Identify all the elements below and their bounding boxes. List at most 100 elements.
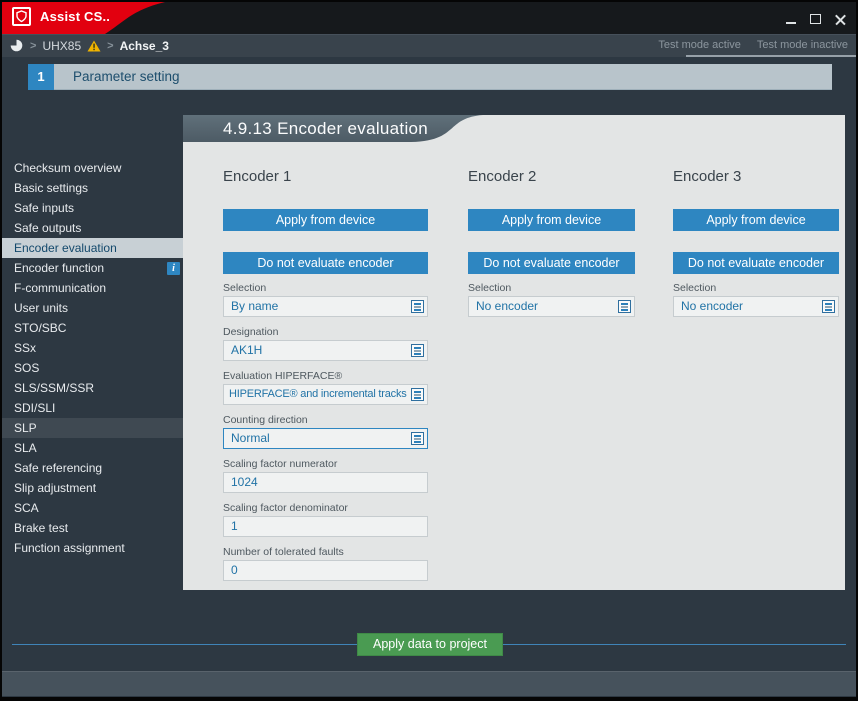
sidebar-item-function-assignment[interactable]: Function assignment: [2, 538, 183, 558]
sidebar-item-encoder-function[interactable]: Encoder function i: [2, 258, 183, 278]
apply-data-to-project-button[interactable]: Apply data to project: [357, 633, 503, 656]
apply-from-device-button[interactable]: Apply from device: [468, 209, 635, 231]
test-mode-active-button[interactable]: Test mode active: [658, 39, 741, 51]
screen: { "window": { "title": "Assist CS..", "c…: [0, 0, 858, 701]
sidebar-item-label: STO/SBC: [14, 321, 66, 335]
encoder-title: Encoder 1: [223, 168, 291, 185]
sidebar-item-label: Function assignment: [14, 541, 125, 555]
field-block-selection: SelectionNo encoder: [468, 282, 635, 317]
dropdown-list-icon[interactable]: [411, 388, 424, 401]
field-label: Number of tolerated faults: [223, 546, 428, 559]
sidebar-item-sos[interactable]: SOS: [2, 358, 183, 378]
sidebar-item-label: SSx: [14, 341, 36, 355]
sidebar-item-label: Safe referencing: [14, 461, 102, 475]
number-of-tolerated-faults-input[interactable]: 0: [223, 560, 428, 581]
sidebar-item-basic-settings[interactable]: Basic settings: [2, 178, 183, 198]
dropdown-list-icon[interactable]: [411, 344, 424, 357]
field-label: Scaling factor numerator: [223, 458, 428, 471]
close-icon[interactable]: [835, 14, 846, 25]
sidebar-item-label: SOS: [14, 361, 39, 375]
field-block-selection: SelectionNo encoder: [673, 282, 839, 317]
sidebar-item-brake-test[interactable]: Brake test: [2, 518, 183, 538]
dropdown-list-icon[interactable]: [411, 300, 424, 313]
selection-dropdown[interactable]: By name: [223, 296, 428, 317]
encoder-2-column: Encoder 2 Apply from device Do not evalu…: [468, 115, 635, 590]
field-label: Selection: [468, 282, 635, 295]
sidebar-item-sla[interactable]: SLA: [2, 438, 183, 458]
field-value: 1: [224, 517, 427, 536]
field-block-counting-direction: Counting directionNormal: [223, 414, 428, 449]
scaling-factor-denominator-input[interactable]: 1: [223, 516, 428, 537]
sidebar-item-slip-adjustment[interactable]: Slip adjustment: [2, 478, 183, 498]
warning-icon: [87, 40, 101, 52]
sidebar-item-safe-inputs[interactable]: Safe inputs: [2, 198, 183, 218]
sidebar-item-user-units[interactable]: User units: [2, 298, 183, 318]
field-label: Designation: [223, 326, 428, 339]
sidebar-item-label: SLS/SSM/SSR: [14, 381, 94, 395]
field-label: Selection: [223, 282, 428, 295]
sidebar-item-encoder-evaluation[interactable]: Encoder evaluation: [2, 238, 183, 258]
field-value: AK1H: [224, 341, 427, 360]
breadcrumb-device[interactable]: UHX85: [42, 39, 81, 53]
field-block-scaling-factor-denominator: Scaling factor denominator1: [223, 502, 428, 537]
dropdown-list-icon[interactable]: [618, 300, 631, 313]
sidebar-item-label: Slip adjustment: [14, 481, 96, 495]
step-bar: 1 Parameter setting: [28, 64, 832, 90]
minimize-icon[interactable]: [786, 22, 796, 24]
designation-dropdown[interactable]: AK1H: [223, 340, 428, 361]
sidebar-item-ssx[interactable]: SSx: [2, 338, 183, 358]
step-number: 1: [28, 64, 54, 90]
evaluation-hiperface-dropdown[interactable]: HIPERFACE® and incremental tracks: [223, 384, 428, 405]
maximize-icon[interactable]: [810, 14, 821, 24]
sidebar-item-label: Safe inputs: [14, 201, 74, 215]
encoder-title: Encoder 3: [673, 168, 741, 185]
sidebar-item-label: SDI/SLI: [14, 401, 55, 415]
sidebar-item-label: Encoder evaluation: [14, 241, 117, 255]
encoder-fields: SelectionNo encoder: [468, 282, 635, 326]
encoder-title: Encoder 2: [468, 168, 536, 185]
sidebar-item-safe-referencing[interactable]: Safe referencing: [2, 458, 183, 478]
sidebar-item-label: SLP: [14, 421, 37, 435]
sidebar-item-slp[interactable]: SLP: [2, 418, 183, 438]
sidebar-item-sto-sbc[interactable]: STO/SBC: [2, 318, 183, 338]
sidebar-item-label: F-communication: [14, 281, 106, 295]
selection-dropdown[interactable]: No encoder: [673, 296, 839, 317]
sidebar: Checksum overview Basic settings Safe inpu…: [2, 158, 183, 558]
encoder-1-column: Encoder 1 Apply from device Do not evalu…: [223, 115, 428, 590]
sidebar-item-sls-ssm-ssr[interactable]: SLS/SSM/SSR: [2, 378, 183, 398]
sidebar-item-label: Encoder function: [14, 261, 104, 275]
do-not-evaluate-encoder-button[interactable]: Do not evaluate encoder: [468, 252, 635, 274]
title-bar: Assist CS..: [2, 2, 856, 34]
selection-dropdown[interactable]: No encoder: [468, 296, 635, 317]
breadcrumb: > UHX85 > Achse_3: [9, 34, 169, 57]
sidebar-item-sca[interactable]: SCA: [2, 498, 183, 518]
dropdown-list-icon[interactable]: [822, 300, 835, 313]
do-not-evaluate-encoder-button[interactable]: Do not evaluate encoder: [673, 252, 839, 274]
test-mode-inactive-button[interactable]: Test mode inactive: [757, 39, 848, 51]
apply-from-device-button[interactable]: Apply from device: [673, 209, 839, 231]
breadcrumb-axis[interactable]: Achse_3: [120, 39, 169, 53]
scaling-factor-numerator-input[interactable]: 1024: [223, 472, 428, 493]
shield-icon: [15, 10, 28, 23]
app-window: Assist CS.. > UHX85 > Achse_3 Te: [2, 2, 856, 697]
sidebar-item-sdi-sli[interactable]: SDI/SLI: [2, 398, 183, 418]
field-block-selection: Selection By name: [223, 282, 428, 317]
encoder-fields: SelectionBy nameDesignationAK1HEvaluatio…: [223, 282, 428, 590]
sidebar-item-label: Basic settings: [14, 181, 88, 195]
counting-direction-dropdown[interactable]: Normal: [223, 428, 428, 449]
sidebar-item-label: Safe outputs: [14, 221, 81, 235]
sidebar-item-safe-outputs[interactable]: Safe outputs: [2, 218, 183, 238]
sidebar-item-checksum-overview[interactable]: Checksum overview: [2, 158, 183, 178]
app-title: Assist CS..: [40, 9, 110, 24]
info-icon[interactable]: i: [167, 262, 180, 275]
sidebar-item-f-communication[interactable]: F-communication: [2, 278, 183, 298]
do-not-evaluate-encoder-button[interactable]: Do not evaluate encoder: [223, 252, 428, 274]
field-value: By name: [224, 297, 427, 316]
dropdown-list-icon[interactable]: [411, 432, 424, 445]
field-label: Counting direction: [223, 414, 428, 427]
field-block-designation: Designation AK1H: [223, 326, 428, 361]
parameter-panel: 4.9.13 Encoder evaluation Encoder 1 Appl…: [183, 115, 845, 590]
project-icon[interactable]: [9, 38, 24, 53]
apply-from-device-button[interactable]: Apply from device: [223, 209, 428, 231]
sidebar-item-label: SLA: [14, 441, 37, 455]
